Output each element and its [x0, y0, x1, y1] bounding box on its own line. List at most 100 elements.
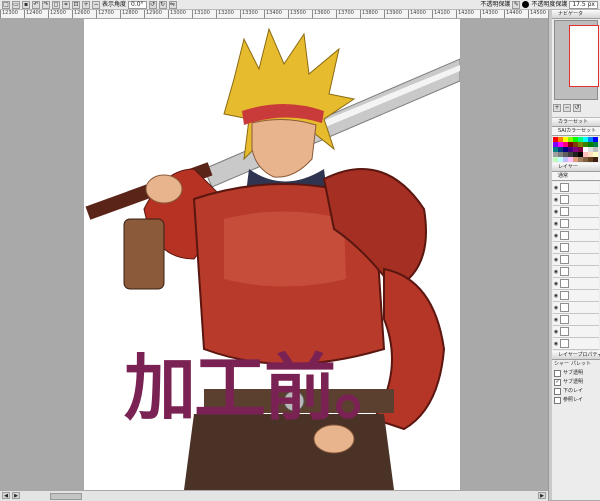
horizontal-scrollbar-thumb[interactable] [50, 493, 82, 500]
scroll-left-icon[interactable]: ◀ [2, 492, 10, 499]
zoom-out-icon[interactable]: − [92, 0, 100, 9]
visibility-eye-icon[interactable]: ◉ [553, 329, 559, 335]
rotation-label: 表示角度 [102, 0, 127, 8]
new-file-icon[interactable]: □ [2, 0, 10, 9]
visibility-eye-icon[interactable]: ◉ [553, 245, 559, 251]
option-label: 参照レイ [563, 397, 584, 403]
navigator-title: ナビゲータ [552, 10, 600, 19]
layer-row[interactable]: ◉ [553, 182, 599, 194]
zoom-icon[interactable]: + [82, 0, 90, 9]
visibility-eye-icon[interactable]: ◉ [553, 317, 559, 323]
deselect-icon[interactable]: ◻ [52, 0, 60, 9]
ruler-tick: 13600 [312, 10, 330, 18]
layer-thumbnail [560, 195, 569, 204]
visibility-eye-icon[interactable]: ◉ [553, 305, 559, 311]
opacity-label: 不透明度保護 [531, 0, 568, 8]
layer-properties-title: レイヤープロパティ [552, 351, 600, 360]
ruler-tick: 13500 [288, 10, 306, 18]
option-checkbox[interactable] [554, 397, 561, 404]
zoom-in-icon[interactable]: + [553, 104, 561, 112]
zoom-out-nav-icon[interactable]: − [563, 104, 571, 112]
palette-label: パレット [571, 361, 592, 367]
layer-row[interactable]: ◉ [553, 290, 599, 302]
horizontal-ruler: 12300 12400 12500 12600 12700 12800 12900 13000… [0, 10, 548, 19]
rotate-right-icon[interactable]: ↻ [158, 0, 167, 9]
layer-row[interactable]: ◉ [553, 194, 599, 206]
layer-option-row[interactable]: ✓ サブ透明 [552, 378, 600, 387]
layer-row[interactable]: ◉ [553, 254, 599, 266]
layer-row[interactable]: ◉ [553, 206, 599, 218]
ruler-tick: 14000 [408, 10, 426, 18]
visibility-eye-icon[interactable]: ◉ [553, 257, 559, 263]
layer-row[interactable]: ◉ [553, 314, 599, 326]
option-checkbox[interactable]: ✓ [554, 379, 561, 386]
save-icon[interactable]: ▪ [22, 0, 30, 9]
layer-row[interactable]: ◉ [553, 278, 599, 290]
open-file-icon[interactable]: ▭ [12, 0, 20, 9]
layer-option-row[interactable]: 参照レイ [552, 396, 600, 405]
visibility-eye-icon[interactable]: ◉ [553, 209, 559, 215]
color-swatch-grid[interactable] [553, 137, 600, 162]
layer-row[interactable]: ◉ [553, 302, 599, 314]
scroll-right-icon[interactable]: ▶ [12, 492, 20, 499]
fit-icon[interactable]: ⊡ [72, 0, 80, 9]
layer-thumbnail [560, 243, 569, 252]
visibility-eye-icon[interactable]: ◉ [553, 221, 559, 227]
reset-view-icon[interactable]: ↺ [573, 104, 581, 112]
rotation-field[interactable]: 0.0° [128, 0, 147, 9]
visibility-eye-icon[interactable]: ◉ [553, 197, 559, 203]
layer-thumbnail [560, 255, 569, 264]
flip-icon[interactable]: ⇋ [168, 0, 177, 9]
status-bar: ◀ ▶ ▶ [0, 490, 548, 501]
visibility-eye-icon[interactable]: ◉ [553, 293, 559, 299]
layer-row[interactable]: ◉ [553, 218, 599, 230]
option-label: 下のレイ [563, 388, 584, 394]
layer-row[interactable]: ◉ [553, 230, 599, 242]
brush-color-swatch[interactable] [522, 1, 530, 8]
visibility-eye-icon[interactable]: ◉ [553, 185, 559, 191]
layer-row[interactable]: ◉ [553, 266, 599, 278]
ruler-tick: 14400 [504, 10, 522, 18]
layer-row[interactable]: ◉ [553, 326, 599, 338]
navigator-viewport-frame[interactable] [569, 25, 599, 87]
canvas-area[interactable]: 加工前。 [0, 19, 548, 490]
ruler-tick: 14500 [528, 10, 546, 18]
main-toolbar: □ ▭ ▪ ↶ ↷ ◻ ⌗ ⊡ + − 表示角度 0.0° ↺ ↻ ⇋ 不透明保… [0, 0, 600, 10]
navigator-controls: + − ↺ [552, 101, 600, 118]
brush-size-field[interactable]: 17.5 px [569, 0, 598, 9]
layer-thumbnail [560, 291, 569, 300]
visibility-eye-icon[interactable]: ◉ [553, 233, 559, 239]
option-label: サブ透明 [563, 370, 584, 376]
side-panel: ナビゲータ + − ↺ カラーセット SAIカラーセット レイヤー 通常 ◉ ◉ ◉ ◉ ◉… [552, 10, 600, 500]
layer-option-row[interactable]: 下のレイ [552, 387, 600, 396]
color-set-name[interactable]: SAIカラーセット [552, 127, 600, 136]
visibility-eye-icon[interactable]: ◉ [553, 269, 559, 275]
clip-label: シャー [554, 361, 570, 367]
layer-option-row[interactable]: サブ透明 [552, 369, 600, 378]
undo-icon[interactable]: ↶ [32, 0, 40, 9]
visibility-eye-icon[interactable]: ◉ [553, 341, 559, 347]
option-label: サブ透明 [563, 379, 584, 385]
ruler-tick: 12600 [72, 10, 90, 18]
brush-icon[interactable]: ✎ [512, 0, 521, 9]
ruler-tick: 13200 [216, 10, 234, 18]
option-checkbox[interactable] [554, 388, 561, 395]
visibility-eye-icon[interactable]: ◉ [553, 281, 559, 287]
layer-list[interactable]: ◉ ◉ ◉ ◉ ◉ ◉ ◉ ◉ ◉ ◉ ◉ ◉ ◉ ◉ [553, 182, 599, 350]
layer-row[interactable]: ◉ [553, 242, 599, 254]
layer-thumbnail [560, 339, 569, 348]
redo-icon[interactable]: ↷ [42, 0, 50, 9]
option-checkbox[interactable] [554, 370, 561, 377]
crop-icon[interactable]: ⌗ [62, 0, 70, 9]
scroll-end-icon[interactable]: ▶ [538, 492, 546, 499]
layer-thumbnail [560, 315, 569, 324]
layer-thumbnail [560, 207, 569, 216]
ruler-tick: 13000 [168, 10, 186, 18]
navigator-preview[interactable] [554, 20, 599, 100]
artwork-caption: 加工前。 [124, 346, 406, 430]
color-swatch[interactable] [593, 157, 598, 162]
layer-row[interactable]: ◉ [553, 338, 599, 350]
artboard[interactable]: 加工前。 [84, 19, 460, 490]
rotate-left-icon[interactable]: ↺ [148, 0, 157, 9]
layer-blend-mode[interactable]: 通常 [552, 172, 600, 181]
